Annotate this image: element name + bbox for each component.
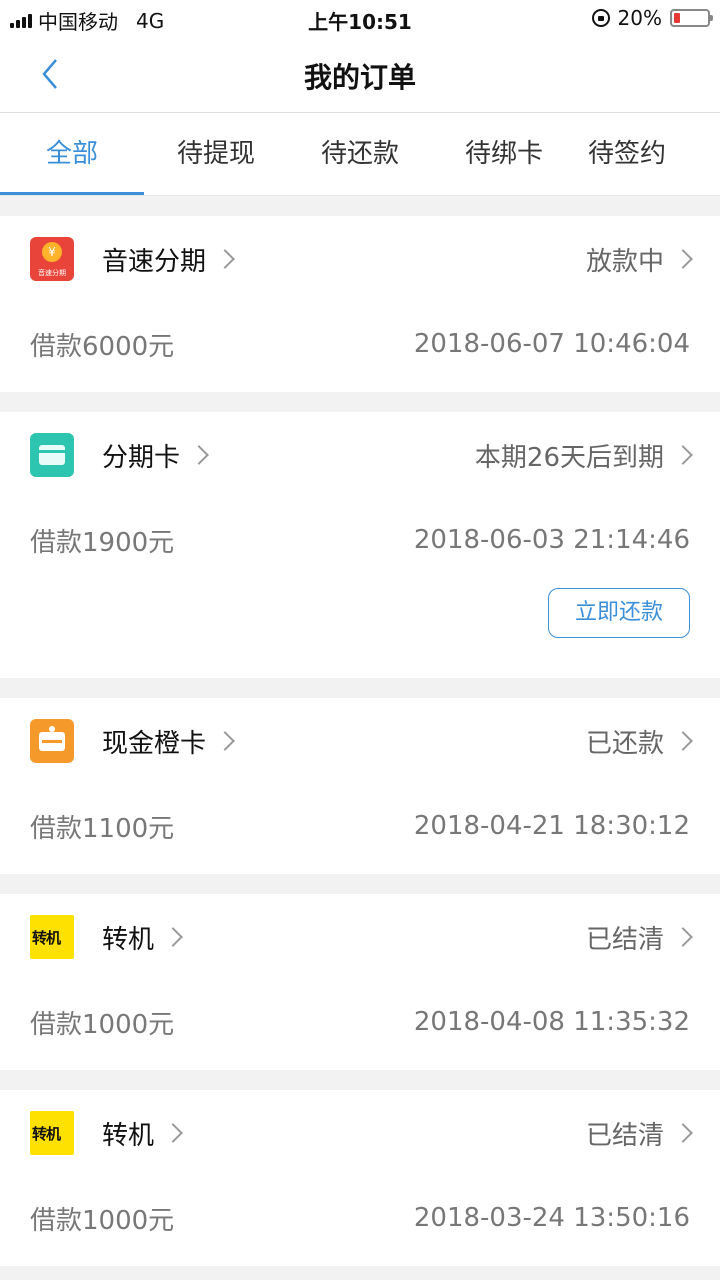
logo-text: 转机 <box>32 929 61 947</box>
installment-card-logo-icon <box>30 433 74 477</box>
zhuanji-logo-icon: 转机 <box>30 915 74 959</box>
chevron-right-icon <box>673 731 693 751</box>
chevron-right-icon <box>189 445 209 465</box>
chevron-right-icon <box>163 927 183 947</box>
order-header[interactable]: 分期卡 本期26天后到期 <box>30 412 693 498</box>
order-header[interactable]: 现金橙卡 已还款 <box>30 698 693 784</box>
provider-name: 转机 <box>102 1120 155 1151</box>
tab-pending-repay[interactable]: 待还款 <box>288 113 432 195</box>
cash-orange-card-logo-icon <box>30 719 74 763</box>
order-card: 转机 转机 已结清 借款1000元 2018-03-24 13:50:16 <box>0 1090 720 1266</box>
order-card: 现金橙卡 已还款 借款1100元 2018-04-21 18:30:12 <box>0 698 720 874</box>
tab-pending-bind-card[interactable]: 待绑卡 <box>432 113 576 195</box>
loan-amount: 借款6000元 <box>30 331 175 362</box>
chevron-right-icon <box>673 445 693 465</box>
loan-amount: 借款1100元 <box>30 813 175 844</box>
chevron-right-icon <box>673 927 693 947</box>
tab-all[interactable]: 全部 <box>0 113 144 195</box>
loan-amount: 借款1900元 <box>30 527 175 558</box>
logo-text: 音速分期 <box>38 269 66 277</box>
order-status: 已结清 <box>585 1120 664 1151</box>
order-details: 借款1900元 2018-06-03 21:14:46 <box>30 498 690 588</box>
order-tabs: 全部 待提现 待还款 待绑卡 待签约 <box>0 113 720 196</box>
order-status: 本期26天后到期 <box>474 442 664 473</box>
page-title: 我的订单 <box>303 61 416 94</box>
order-datetime: 2018-04-21 18:30:12 <box>413 811 690 841</box>
chevron-right-icon <box>215 249 235 269</box>
coin-icon: ¥ <box>42 242 62 262</box>
loan-amount: 借款1000元 <box>30 1009 175 1040</box>
order-details: 借款1100元 2018-04-21 18:30:12 <box>30 784 690 874</box>
order-status: 放款中 <box>585 246 664 277</box>
order-card: 转机 转机 已结清 借款1000元 2018-04-08 11:35:32 <box>0 894 720 1070</box>
order-status: 已还款 <box>585 728 664 759</box>
nav-bar: 我的订单 <box>0 36 720 113</box>
wallet-icon <box>39 732 65 751</box>
logo-text: 转机 <box>32 1125 61 1143</box>
zhuanji-logo-icon: 转机 <box>30 1111 74 1155</box>
repay-now-button[interactable]: 立即还款 <box>548 588 690 638</box>
yinsu-logo-icon: ¥ 音速分期 <box>30 237 74 281</box>
provider-name: 分期卡 <box>102 442 181 473</box>
loan-amount: 借款1000元 <box>30 1205 175 1236</box>
provider-name: 音速分期 <box>102 246 207 277</box>
provider-name: 转机 <box>102 924 155 955</box>
order-datetime: 2018-04-08 11:35:32 <box>413 1007 690 1037</box>
rotation-lock-icon <box>591 9 610 27</box>
status-right: 20% <box>591 6 713 30</box>
tab-pending-withdraw[interactable]: 待提现 <box>144 113 288 195</box>
order-list: ¥ 音速分期 音速分期 放款中 借款6000元 2018-06-07 10:46… <box>0 196 720 1266</box>
order-details: 借款1000元 2018-03-24 13:50:16 <box>30 1176 690 1266</box>
order-card: 分期卡 本期26天后到期 借款1900元 2018-06-03 21:14:46… <box>0 412 720 678</box>
order-header[interactable]: 转机 转机 已结清 <box>30 894 693 980</box>
card-icon <box>39 445 65 465</box>
chevron-right-icon <box>673 1123 693 1143</box>
order-header[interactable]: 转机 转机 已结清 <box>30 1090 693 1176</box>
order-details: 借款6000元 2018-06-07 10:46:04 <box>30 302 690 392</box>
order-status: 已结清 <box>585 924 664 955</box>
status-bar: 中国移动 4G 上午10:51 20% <box>0 0 720 36</box>
tab-pending-sign-label: 待签约 <box>588 139 667 169</box>
wallet-dot <box>49 726 55 732</box>
battery-percent: 20% <box>617 6 662 30</box>
chevron-right-icon <box>163 1123 183 1143</box>
order-datetime: 2018-03-24 13:50:16 <box>413 1203 690 1233</box>
tab-pending-sign[interactable]: 待签约 <box>576 113 720 195</box>
order-datetime: 2018-06-07 10:46:04 <box>413 329 690 359</box>
chevron-right-icon <box>215 731 235 751</box>
order-header[interactable]: ¥ 音速分期 音速分期 放款中 <box>30 216 693 302</box>
battery-tip <box>710 15 713 21</box>
order-details: 借款1000元 2018-04-08 11:35:32 <box>30 980 690 1070</box>
order-datetime: 2018-06-03 21:14:46 <box>413 525 690 555</box>
battery-icon <box>670 9 713 27</box>
order-actions: 立即还款 <box>30 588 690 678</box>
order-card: ¥ 音速分期 音速分期 放款中 借款6000元 2018-06-07 10:46… <box>0 216 720 392</box>
chevron-right-icon <box>673 249 693 269</box>
provider-name: 现金橙卡 <box>102 728 207 759</box>
battery-level <box>674 13 681 23</box>
